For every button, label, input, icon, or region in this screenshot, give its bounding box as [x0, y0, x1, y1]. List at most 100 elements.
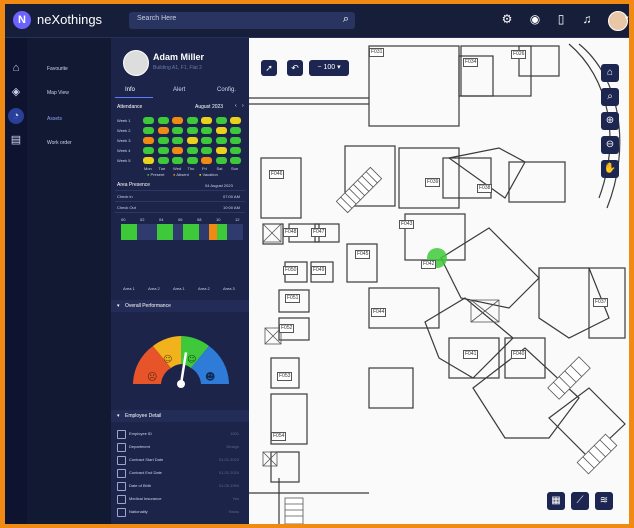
attendance-cell-present[interactable] — [215, 117, 227, 124]
attendance-cell-present[interactable] — [186, 127, 198, 134]
attendance-cell-present[interactable] — [172, 127, 183, 134]
zoom-in-icon[interactable]: ⊕ — [601, 112, 619, 130]
attendance-cell-present[interactable] — [157, 117, 169, 124]
legend-vacation: ● Vacation — [199, 172, 218, 177]
measure-icon[interactable]: ⟋ — [571, 492, 589, 510]
room-label[interactable]: F042 — [421, 260, 437, 269]
attendance-cell-vacation[interactable] — [186, 137, 198, 144]
employee-detail-header[interactable]: ▾ Employee Detail — [111, 410, 249, 422]
layers-icon[interactable]: ≋ — [595, 492, 613, 510]
room-label[interactable]: F053 — [277, 372, 293, 381]
workorder-icon[interactable]: ▤ — [8, 132, 24, 148]
attendance-cell-present[interactable] — [143, 127, 154, 134]
attendance-cell-vacation[interactable] — [215, 147, 227, 154]
attendance-cell-present[interactable] — [230, 137, 241, 144]
check-in-label: Check in — [117, 194, 133, 199]
room-label[interactable]: F052 — [279, 324, 295, 333]
room-label[interactable]: F040 — [511, 350, 527, 359]
week-label: Week 4 — [117, 148, 131, 153]
menu-item-map-view[interactable]: Map View — [47, 90, 69, 96]
room-label[interactable]: F034 — [463, 58, 479, 67]
settings-icon[interactable]: ⚙ — [499, 12, 515, 26]
room-label[interactable]: F051 — [285, 294, 301, 303]
tab-info[interactable]: Info — [125, 87, 135, 93]
search-icon[interactable]: ⌕ — [601, 88, 619, 106]
attendance-cell-vacation[interactable] — [143, 157, 154, 164]
attendance-cell-absent[interactable] — [172, 147, 183, 154]
attendance-cell-vacation[interactable] — [230, 117, 241, 124]
attendance-cell-present[interactable] — [201, 147, 212, 154]
undo-icon[interactable]: ↶ — [287, 60, 303, 76]
attendance-cell-present[interactable] — [186, 117, 198, 124]
home-icon[interactable]: ⌂ — [8, 60, 24, 76]
chevron-down-icon: ▾ — [117, 413, 120, 419]
legend-present: ● Present — [147, 172, 165, 177]
bell-icon[interactable]: ♫ — [579, 12, 595, 26]
employee-detail-row: Contract End Date 01.01.2024 — [117, 469, 245, 481]
room-label[interactable]: F046 — [269, 170, 285, 179]
area-label: Area 1 — [123, 286, 135, 291]
menu-item-favourite[interactable]: Favourite — [47, 66, 68, 72]
attendance-cell-absent[interactable] — [172, 117, 183, 124]
attendance-cell-present[interactable] — [230, 157, 241, 164]
pan-hand-icon[interactable]: ✋ — [601, 160, 619, 178]
attendance-cell-vacation[interactable] — [215, 127, 227, 134]
tab-alert[interactable]: Alert — [173, 87, 185, 93]
zoom-level-select[interactable]: − 100 ▾ — [309, 60, 349, 76]
room-label[interactable]: F048 — [283, 228, 299, 237]
room-label[interactable]: F044 — [371, 308, 387, 317]
room-label[interactable]: F043 — [399, 220, 415, 229]
search-icon[interactable]: ⌕ — [343, 13, 349, 26]
room-label[interactable]: F047 — [311, 228, 327, 237]
room-label[interactable]: F045 — [355, 250, 371, 259]
attendance-cell-present[interactable] — [157, 137, 169, 144]
attendance-cell-present[interactable] — [215, 137, 227, 144]
brand-name: neXothings — [37, 12, 103, 27]
attendance-cell-present[interactable] — [201, 127, 212, 134]
home-view-icon[interactable]: ⌂ — [601, 64, 619, 82]
next-month-icon[interactable]: › — [242, 103, 244, 109]
attendance-cell-present[interactable] — [201, 137, 212, 144]
room-label[interactable]: F039 — [425, 178, 441, 187]
attendance-cell-present[interactable] — [143, 147, 154, 154]
tab-config[interactable]: Config. — [217, 87, 236, 93]
zoom-out-icon[interactable]: ⊖ — [601, 136, 619, 154]
floor-plan-map[interactable]: F031 F026 F034 F046 F039 F038 F043 F048 F047 F049… — [249, 38, 629, 524]
attendance-cell-vacation[interactable] — [201, 117, 212, 124]
attendance-cell-present[interactable] — [186, 157, 198, 164]
eye-icon[interactable]: ◉ — [527, 12, 543, 26]
overall-performance-header[interactable]: ▾ Overall Performance — [111, 300, 249, 312]
floor-plan-icon[interactable]: ▦ — [547, 492, 565, 510]
attendance-cell-present[interactable] — [230, 147, 241, 154]
attendance-cell-absent[interactable] — [201, 157, 212, 164]
attendance-cell-present[interactable] — [157, 157, 169, 164]
attendance-cell-present[interactable] — [157, 147, 169, 154]
room-label[interactable]: F038 — [477, 184, 493, 193]
room-label[interactable]: F026 — [511, 50, 527, 59]
attendance-cell-present[interactable] — [230, 127, 241, 134]
bookmark-icon[interactable]: ▯ — [553, 12, 569, 26]
room-label[interactable]: F050 — [283, 266, 299, 275]
room-label[interactable]: F049 — [311, 266, 327, 275]
chevron-down-icon[interactable]: ▾ — [625, 14, 629, 22]
attendance-cell-present[interactable] — [172, 137, 183, 144]
attendance-cell-absent[interactable] — [157, 127, 169, 134]
room-label[interactable]: F041 — [463, 350, 479, 359]
search-bar[interactable]: Search Here ⌕ — [129, 12, 355, 29]
room-label[interactable]: F037 — [593, 298, 609, 307]
menu-item-assets[interactable]: Assets — [47, 116, 62, 122]
attendance-cell-present[interactable] — [186, 147, 198, 154]
navigate-icon[interactable]: ➚ — [261, 60, 277, 76]
room-label[interactable]: F031 — [369, 48, 385, 57]
menu-item-work-order[interactable]: Work order — [47, 140, 72, 146]
attendance-cell-absent[interactable] — [143, 137, 154, 144]
attendance-cell-present[interactable] — [143, 117, 154, 124]
location-icon[interactable]: ◈ — [8, 84, 24, 100]
assets-icon[interactable]: ◔ — [8, 108, 24, 124]
search-input[interactable]: Search Here — [137, 15, 176, 22]
room-label[interactable]: F054 — [271, 432, 287, 441]
prev-month-icon[interactable]: ‹ — [235, 103, 237, 109]
attendance-cell-present[interactable] — [172, 157, 183, 164]
area-presence-title: Area Presence — [117, 182, 151, 188]
attendance-cell-present[interactable] — [215, 157, 227, 164]
